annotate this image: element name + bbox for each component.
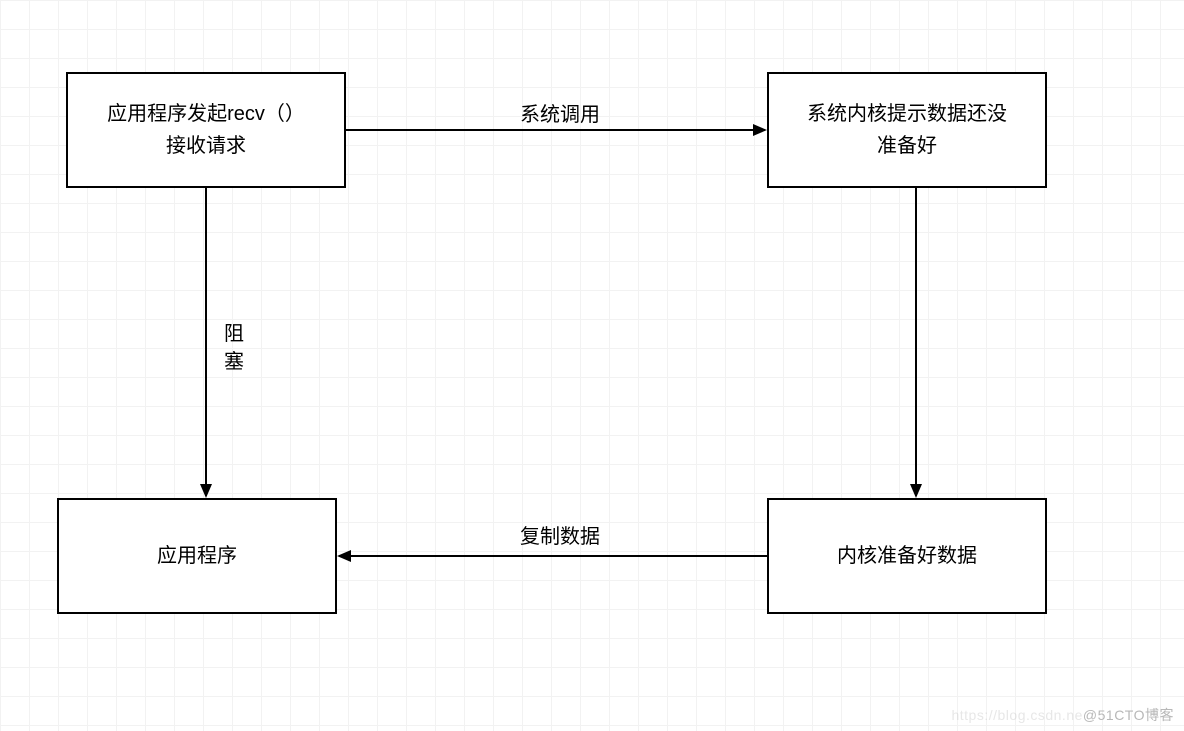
box-kernel-not-ready-text: 系统内核提示数据还没 准备好 [807, 98, 1007, 162]
box-app: 应用程序 [57, 498, 337, 614]
box-app-recv: 应用程序发起recv（） 接收请求 [66, 72, 346, 188]
box-app-text: 应用程序 [157, 540, 237, 572]
box-app-recv-text: 应用程序发起recv（） 接收请求 [107, 98, 305, 162]
watermark-text: @51CTO博客 [1083, 707, 1174, 723]
watermark: https://blog.csdn.ne@51CTO博客 [951, 705, 1174, 725]
box-kernel-not-ready: 系统内核提示数据还没 准备好 [767, 72, 1047, 188]
edge-label-block: 阻塞 [222, 320, 246, 376]
watermark-prefix: https://blog.csdn.ne [951, 707, 1082, 723]
box-kernel-ready-text: 内核准备好数据 [837, 540, 977, 572]
box-kernel-ready: 内核准备好数据 [767, 498, 1047, 614]
edge-label-copy-data: 复制数据 [500, 520, 620, 549]
edge-label-system-call: 系统调用 [500, 98, 620, 127]
